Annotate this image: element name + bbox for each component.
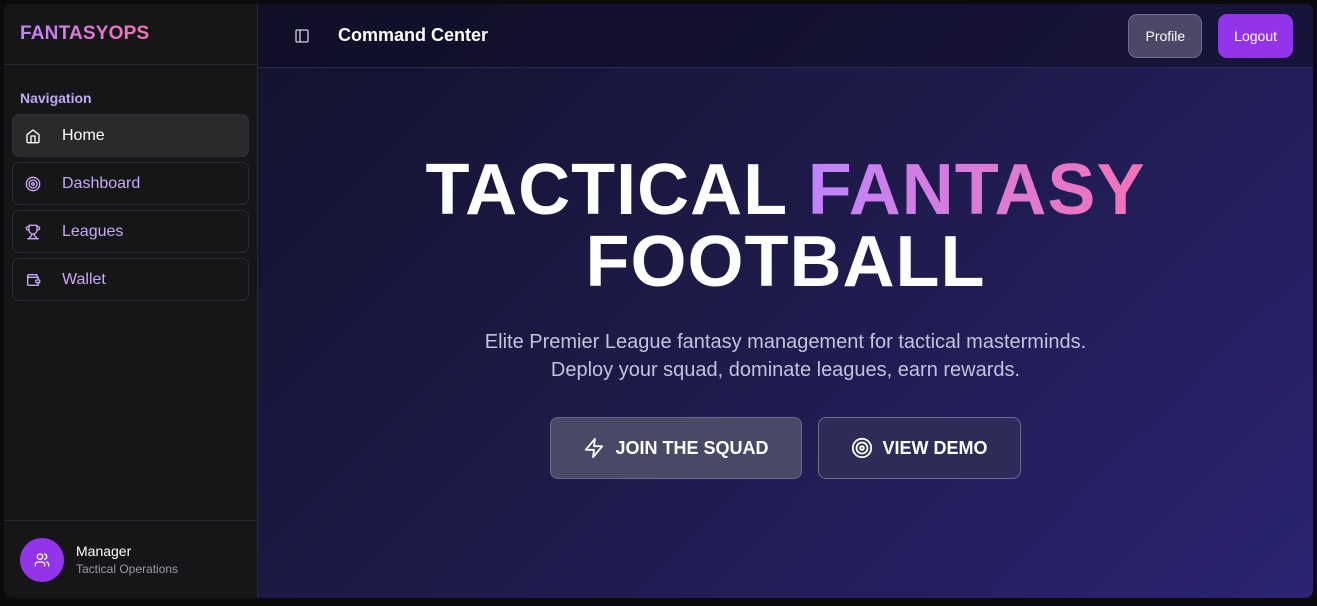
view-demo-label: VIEW DEMO xyxy=(882,437,988,458)
wallet-icon xyxy=(25,272,41,288)
logout-button[interactable]: Logout xyxy=(1218,13,1293,58)
hero-actions: JOIN THE SQUAD VIEW DEMO xyxy=(258,417,1313,479)
hero-subtitle: Elite Premier League fantasy management … xyxy=(258,328,1313,384)
hero-subtitle-line2: Deploy your squad, dominate leagues, ear… xyxy=(550,359,1021,381)
sidebar-item-label: Wallet xyxy=(62,270,106,288)
hero-title-part2: FOOTBALL xyxy=(585,222,986,302)
sidebar-item-label: Dashboard xyxy=(62,174,141,192)
lightning-icon xyxy=(583,437,605,459)
hero-section: TACTICAL FANTASY FOOTBALL Elite Premier … xyxy=(258,154,1313,479)
sidebar-item-dashboard[interactable]: Dashboard xyxy=(12,162,249,205)
sidebar-item-leagues[interactable]: Leagues xyxy=(12,210,249,253)
sidebar-item-home[interactable]: Home xyxy=(12,114,249,157)
home-icon xyxy=(25,128,41,144)
sidebar-item-label: Home xyxy=(62,126,105,144)
avatar xyxy=(20,537,64,582)
profile-button[interactable]: Profile xyxy=(1128,13,1203,58)
hero-title-part1: TACTICAL xyxy=(425,150,808,230)
target-icon xyxy=(851,437,873,459)
page-title: Command Center xyxy=(338,25,489,45)
target-icon xyxy=(25,176,41,192)
user-role: Tactical Operations xyxy=(76,562,179,576)
user-name: Manager xyxy=(76,543,132,559)
brand: FANTASYOPS xyxy=(4,4,257,65)
join-squad-button[interactable]: JOIN THE SQUAD xyxy=(550,417,802,479)
sidebar-item-wallet[interactable]: Wallet xyxy=(12,258,249,301)
hero-title-accent: FANTASY xyxy=(807,150,1146,230)
join-squad-label: JOIN THE SQUAD xyxy=(615,437,769,458)
top-bar: Command Center Profile Logout xyxy=(258,4,1313,68)
sidebar-toggle-icon[interactable] xyxy=(294,28,310,44)
brand-logo[interactable]: FANTASYOPS xyxy=(20,23,149,44)
app-window: FANTASYOPS Navigation Home Dashboard Lea xyxy=(4,4,1313,598)
nav-section-title: Navigation xyxy=(20,90,92,106)
sidebar-item-label: Leagues xyxy=(62,222,124,240)
sidebar: FANTASYOPS Navigation Home Dashboard Lea xyxy=(4,4,258,598)
users-icon xyxy=(34,552,50,568)
hero-title: TACTICAL FANTASY FOOTBALL xyxy=(258,154,1313,298)
view-demo-button[interactable]: VIEW DEMO xyxy=(817,417,1021,479)
user-card[interactable]: Manager Tactical Operations xyxy=(4,520,257,598)
hero-subtitle-line1: Elite Premier League fantasy management … xyxy=(484,331,1087,353)
sidebar-nav: Home Dashboard Leagues Wallet xyxy=(4,114,257,301)
main-content: Command Center Profile Logout TACTICAL F… xyxy=(258,4,1313,598)
trophy-icon xyxy=(25,224,41,240)
